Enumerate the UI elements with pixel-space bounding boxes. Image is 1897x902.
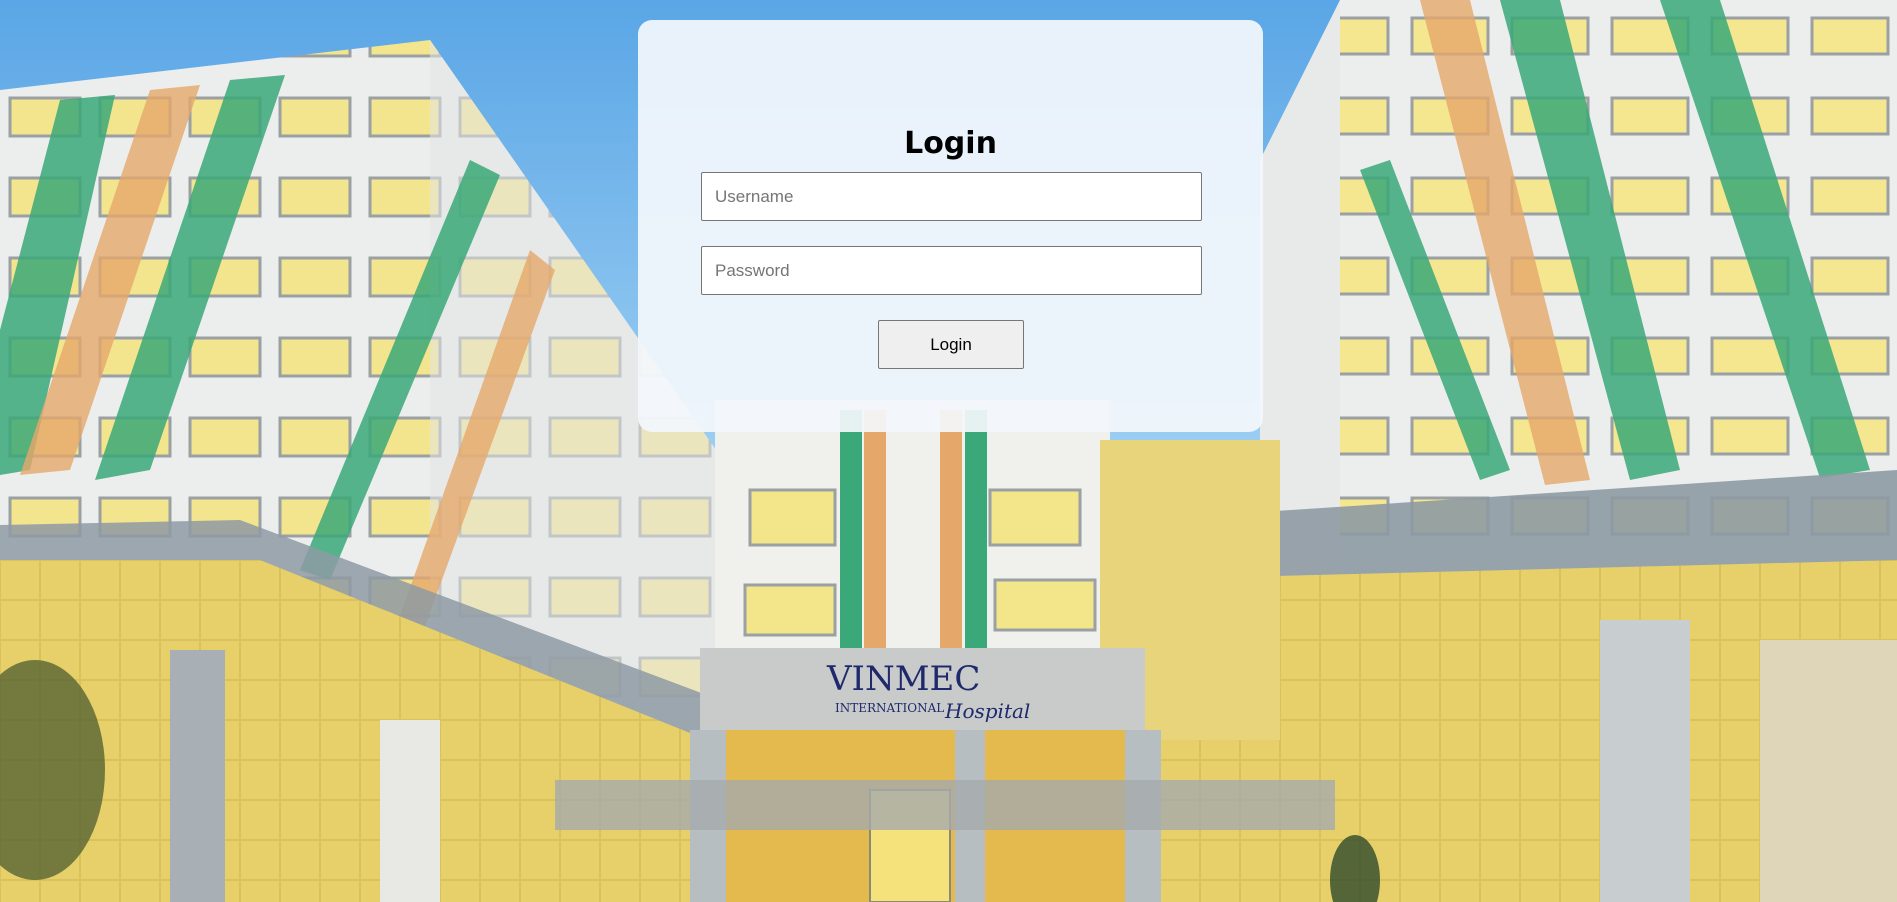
login-title: Login xyxy=(904,126,997,161)
vinmec-logo-subtitle: INTERNATIONAL xyxy=(835,701,944,715)
vinmec-logo-text: VINMEC xyxy=(826,659,980,699)
password-input[interactable] xyxy=(701,246,1202,295)
login-card: Login Login xyxy=(638,20,1263,432)
login-button[interactable]: Login xyxy=(878,320,1024,369)
username-input[interactable] xyxy=(701,172,1202,221)
vinmec-logo-script: Hospital xyxy=(944,699,1030,723)
